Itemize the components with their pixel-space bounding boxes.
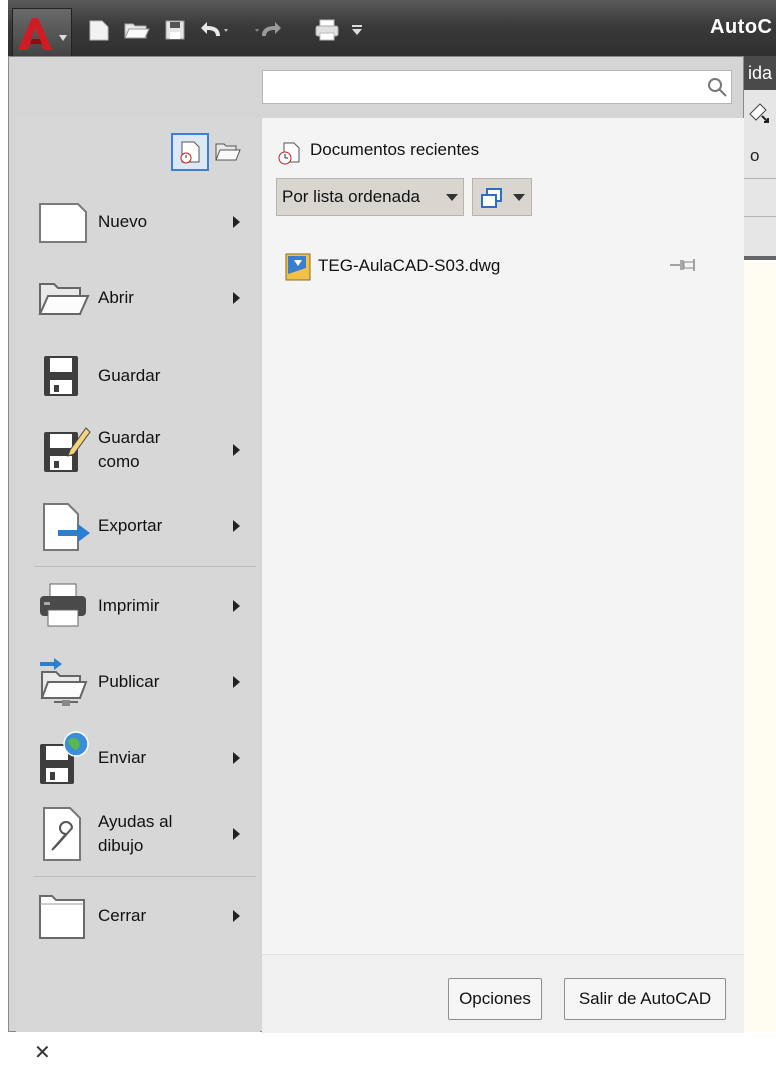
menu-item-exportar[interactable]: Exportar	[34, 500, 254, 552]
submenu-arrow-icon	[233, 292, 240, 304]
options-button[interactable]: Opciones	[448, 978, 542, 1020]
sort-order-dropdown[interactable]: Por lista ordenada	[276, 178, 464, 216]
sort-order-label: Por lista ordenada	[282, 187, 420, 206]
menu-item-label: Exportar	[98, 516, 163, 535]
menu-item-enviar[interactable]: Enviar	[34, 731, 254, 784]
menu-item-guardar[interactable]: Guardar	[34, 350, 254, 402]
new-icon[interactable]	[86, 16, 112, 44]
menu-item-imprimir[interactable]: Imprimir	[34, 580, 254, 632]
open-folder-icon	[38, 283, 90, 315]
submenu-arrow-icon	[233, 600, 240, 612]
menu-item-guardar-como[interactable]: Guardar como	[34, 424, 254, 476]
recent-documents-pane	[262, 118, 744, 954]
app-title: AutoC	[710, 16, 773, 38]
menu-item-label: Publicar	[98, 672, 160, 691]
menu-item-abrir[interactable]: Abrir	[34, 272, 254, 324]
send-icon	[40, 731, 89, 784]
menu-item-cerrar[interactable]: Cerrar	[34, 890, 254, 942]
submenu-arrow-icon	[233, 676, 240, 688]
recent-documents-title: Documentos recientes	[310, 140, 480, 159]
menu-item-publicar[interactable]: Publicar	[34, 656, 254, 708]
submenu-arrow-icon	[233, 828, 240, 840]
recent-file-name[interactable]: TEG-AulaCAD-S03.dwg	[318, 256, 500, 276]
submenu-arrow-icon	[233, 752, 240, 764]
submenu-arrow-icon	[233, 216, 240, 228]
exit-autocad-button[interactable]: Salir de AutoCAD	[564, 978, 726, 1020]
printer-icon	[40, 583, 86, 627]
close-command-line-icon[interactable]: ✕	[34, 1040, 51, 1065]
view-toggle[interactable]	[170, 132, 246, 172]
redo-icon[interactable]	[254, 16, 286, 44]
undo-icon[interactable]	[198, 16, 230, 44]
command-line-area	[8, 1032, 776, 1059]
menu-separator	[34, 566, 256, 567]
submenu-arrow-icon	[233, 910, 240, 922]
chevron-down-icon	[446, 194, 458, 201]
chevron-down-icon	[513, 194, 525, 201]
display-mode-dropdown[interactable]	[472, 178, 532, 216]
autocad-logo-icon	[18, 18, 52, 50]
pin-icon[interactable]	[668, 256, 698, 274]
save-icon[interactable]	[162, 16, 188, 44]
ribbon-fragment: o	[744, 90, 776, 260]
menu-item-label: Abrir	[98, 288, 134, 307]
menu-item-label: Cerrar	[98, 906, 147, 925]
publish-icon	[40, 658, 88, 706]
recent-documents-icon	[278, 142, 300, 165]
new-document-icon	[39, 203, 87, 243]
save-as-icon	[44, 427, 91, 472]
export-icon	[43, 503, 90, 551]
search-input[interactable]	[262, 70, 732, 104]
search-icon[interactable]	[706, 76, 728, 98]
drawing-utilities-icon	[43, 807, 81, 861]
open-documents-view-icon[interactable]	[215, 143, 241, 161]
menu-item-nuevo[interactable]: Nuevo	[34, 196, 254, 248]
plot-icon[interactable]	[312, 16, 344, 44]
save-disk-icon	[44, 356, 78, 396]
open-icon[interactable]	[122, 16, 150, 44]
menu-item-label: Guardar	[98, 366, 161, 385]
submenu-arrow-icon	[233, 444, 240, 456]
menu-separator	[34, 876, 256, 877]
dwg-file-icon	[285, 253, 311, 281]
menu-item-ayudas-al-dibujo[interactable]: Ayudas al dibujo	[34, 807, 254, 861]
menu-item-label: Nuevo	[98, 212, 148, 231]
customize-toolbar-icon[interactable]	[350, 16, 364, 44]
drawing-area-fragment	[744, 262, 776, 1032]
menu-item-label: Guardar como	[98, 428, 161, 471]
menu-dropdown-icon[interactable]	[58, 34, 68, 42]
menu-item-label: Ayudas al dibujo	[98, 812, 173, 855]
menu-item-label: Enviar	[98, 748, 147, 767]
icon-view-icon	[481, 188, 502, 208]
menu-item-label: Imprimir	[98, 596, 160, 615]
ribbon-row-fragment: o	[750, 146, 760, 165]
ribbon-tab-fragment[interactable]: ida	[744, 56, 776, 90]
close-folder-icon	[39, 895, 85, 939]
submenu-arrow-icon	[233, 520, 240, 532]
ribbon-tool-icon[interactable]	[746, 98, 772, 124]
